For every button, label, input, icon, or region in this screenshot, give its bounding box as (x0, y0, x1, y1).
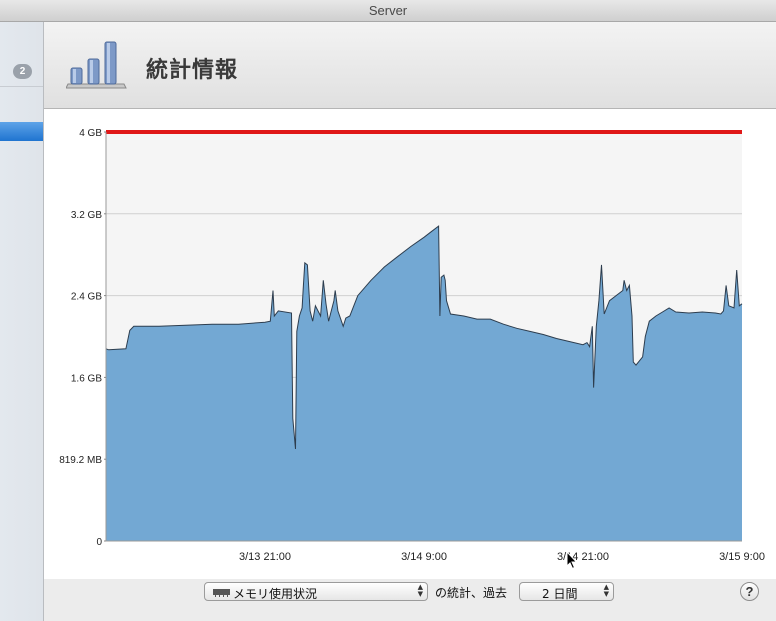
memory-chip-icon (213, 589, 230, 597)
metric-select-label: メモリ使用状況 (233, 587, 318, 601)
y-tick-label: 4 GB (79, 128, 102, 139)
x-tick-label: 3/13 21:00 (239, 551, 291, 563)
mouse-cursor-icon (566, 551, 578, 570)
title-bar: Server (0, 0, 776, 22)
x-tick-label: 3/15 9:00 (719, 551, 765, 563)
y-tick-label: 1.6 GB (71, 373, 102, 384)
help-button[interactable]: ? (740, 582, 759, 601)
y-tick-label: 819.2 MB (59, 455, 102, 466)
window-title: Server (368, 3, 408, 18)
memory-usage-chart: 0 819.2 MB 1.6 GB 2.4 GB 3.2 GB 4 GB 3/13 21:0… (59, 128, 765, 563)
stats-chart-icon (66, 41, 127, 89)
sidebar-divider (0, 86, 43, 87)
x-tick-label: 3/14 21:00 (557, 551, 609, 563)
select-arrows-icon: ▲ ▼ (603, 583, 609, 598)
metric-select[interactable]: メモリ使用状況 ▲ ▼ (204, 582, 428, 601)
sidebar-count-badge: 2 (13, 64, 32, 79)
memory-chart-panel: 0 819.2 MB 1.6 GB 2.4 GB 3.2 GB 4 GB 3/13 21:0… (44, 109, 776, 579)
period-select[interactable]: 2 日間 ▲ ▼ (519, 582, 614, 601)
y-tick-label: 0 (96, 537, 102, 548)
y-tick-label: 3.2 GB (71, 210, 102, 221)
y-tick-label: 2.4 GB (71, 292, 102, 303)
page-header: 統計情報 (44, 22, 776, 109)
sidebar (0, 22, 44, 621)
x-tick-label: 3/14 9:00 (401, 551, 447, 563)
select-arrows-icon: ▲ ▼ (417, 583, 423, 598)
stats-period-label: の統計、過去 (435, 586, 508, 600)
period-select-label: 2 日間 (542, 587, 578, 601)
page-title: 統計情報 (146, 58, 239, 83)
sidebar-item-selected[interactable] (0, 122, 43, 141)
